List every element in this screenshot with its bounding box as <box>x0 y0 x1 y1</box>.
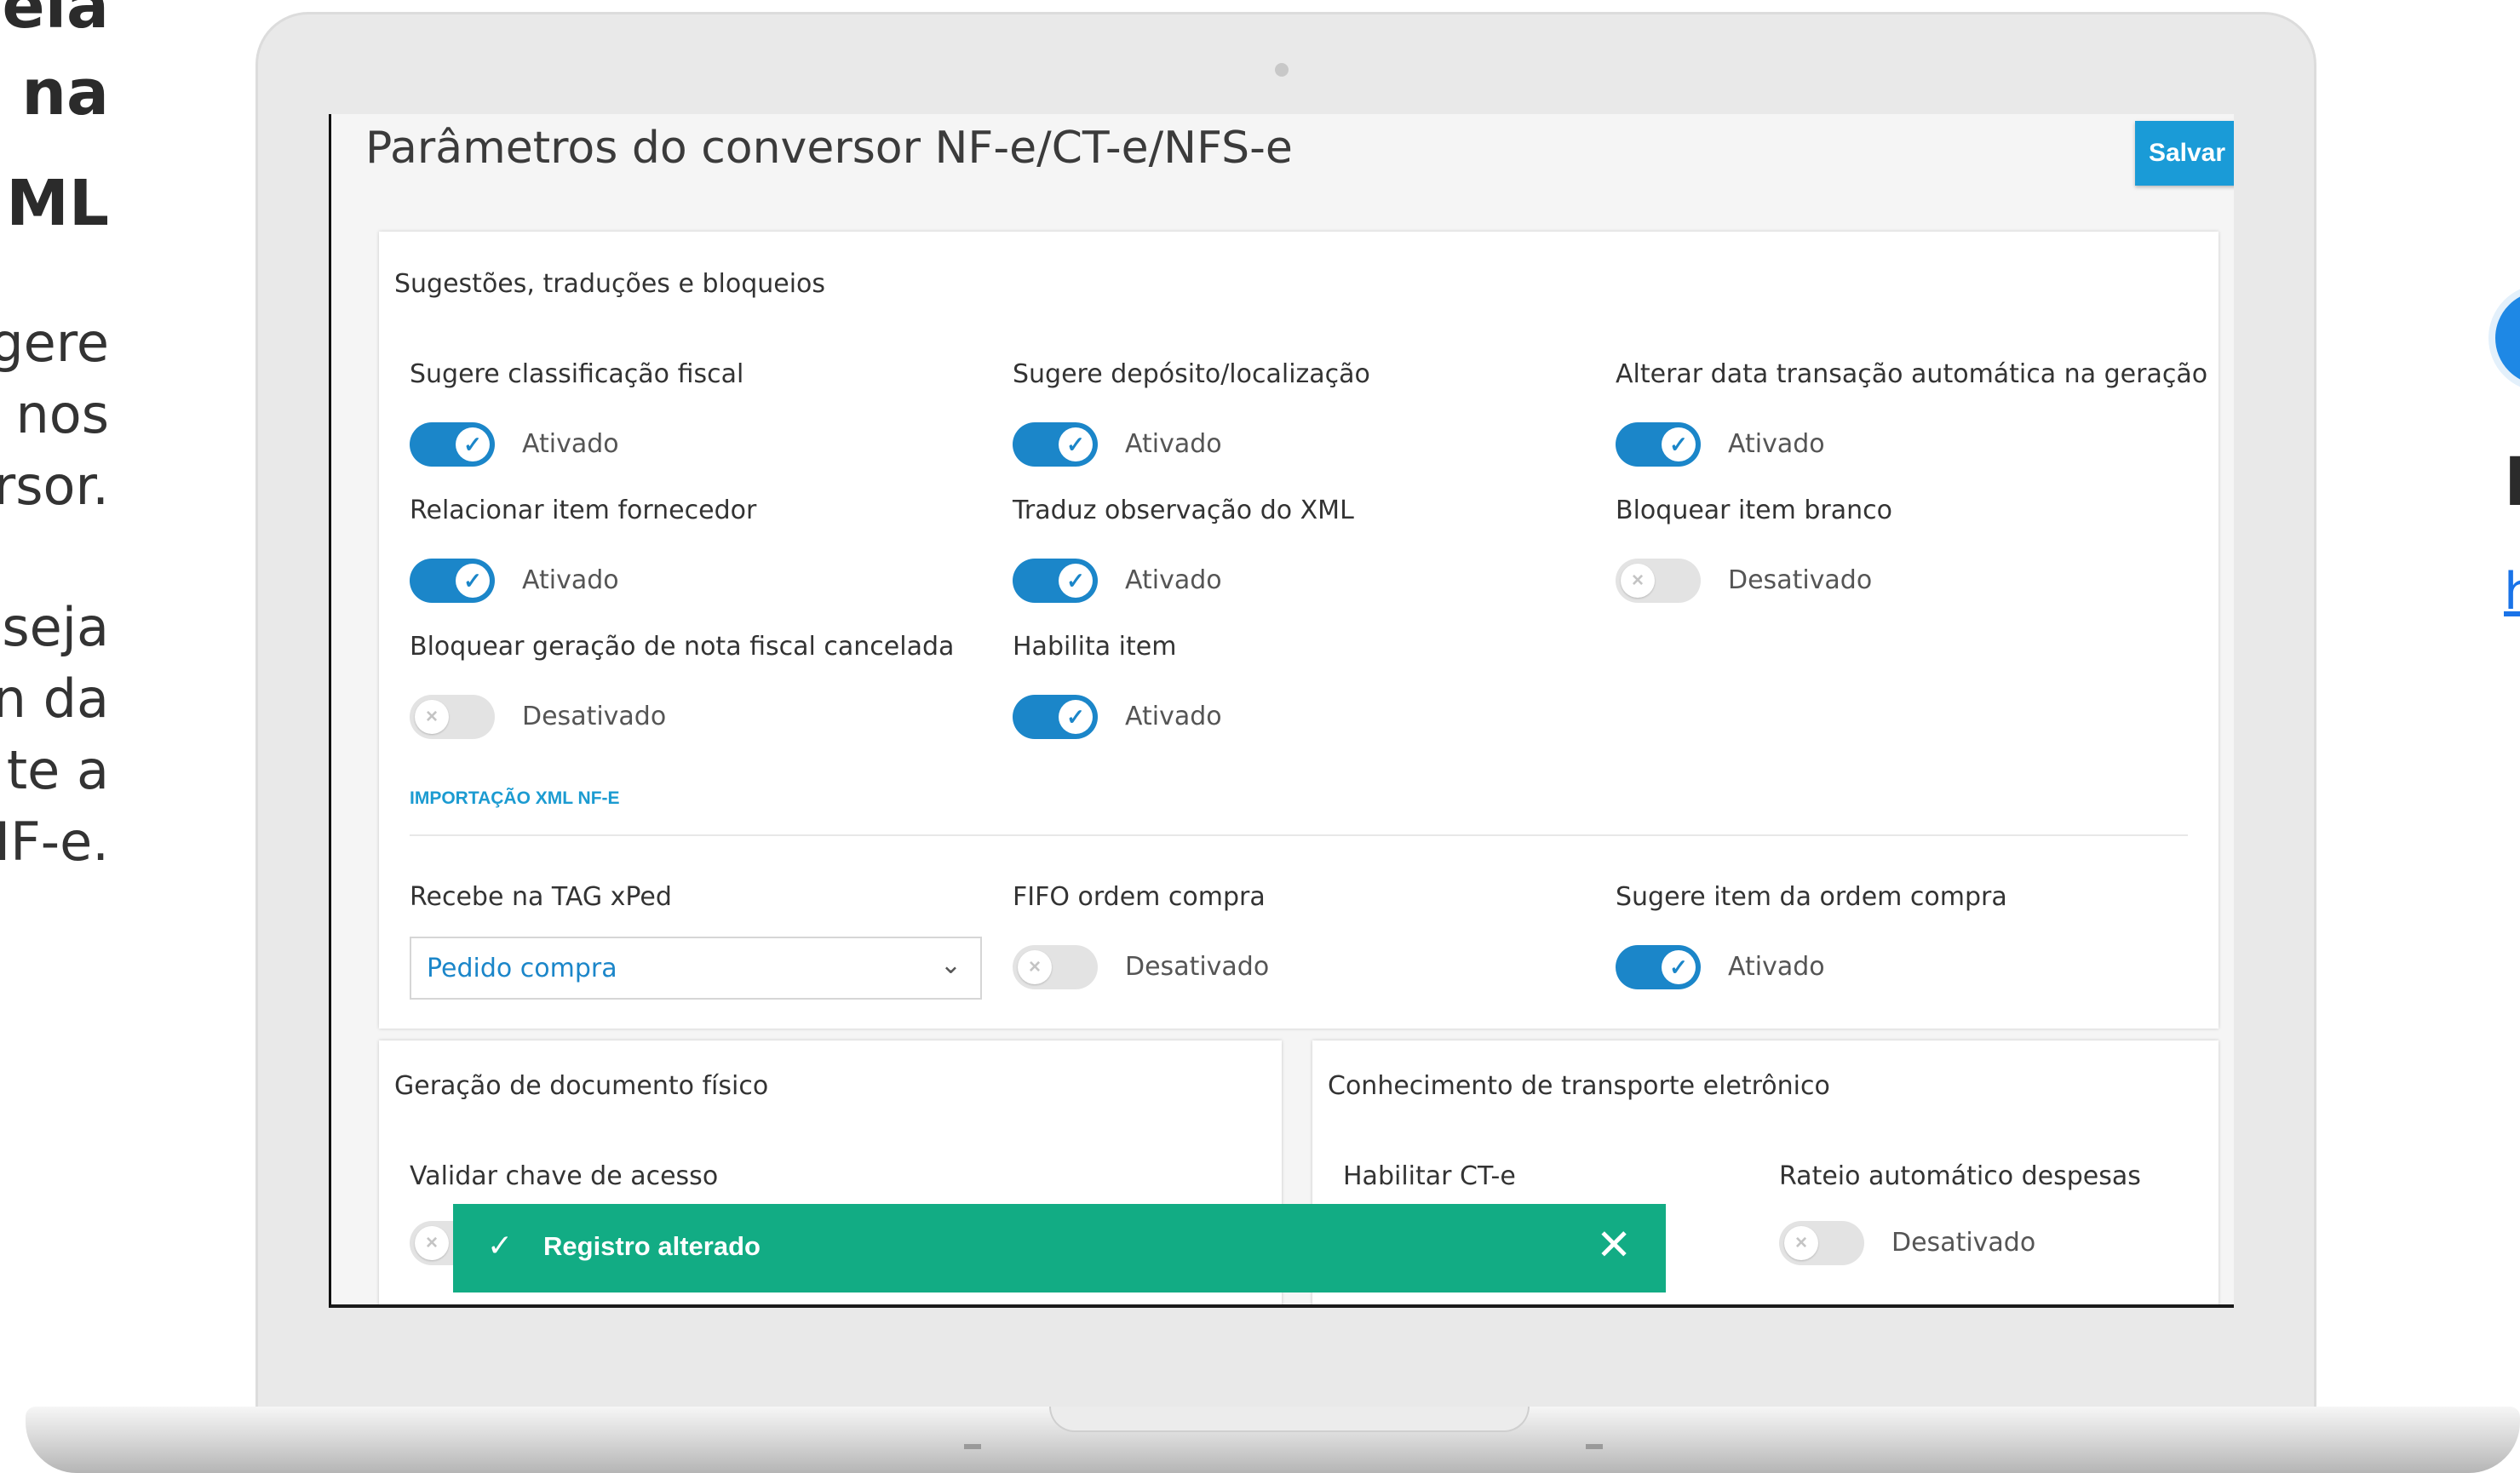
slide-title-line: ela <box>2 0 110 43</box>
check-icon: ✓ <box>1059 700 1093 734</box>
field-label: Alterar data transação automática na ger… <box>1616 359 2208 389</box>
card-suggestions: Sugestões, traduções e bloqueios Sugere … <box>379 232 2219 1029</box>
check-icon: ✓ <box>456 564 490 598</box>
slide-body-line: te a <box>6 739 109 801</box>
toggle-state: Desativado <box>1891 1228 2036 1258</box>
field-label: Recebe na TAG xPed <box>410 882 672 912</box>
laptop-foot <box>964 1444 981 1449</box>
toggle-state: Desativado <box>1125 952 1270 982</box>
x-icon: × <box>415 700 449 734</box>
section-divider <box>410 834 2188 836</box>
laptop-notch <box>1049 1407 1530 1432</box>
slide-right-elements: I h <box>2478 255 2520 681</box>
field-label: Traduz observação do XML <box>1013 496 1354 525</box>
toggle-state: Ativado <box>1125 702 1222 731</box>
check-icon: ✓ <box>1059 564 1093 598</box>
toggle-sugere-classificacao[interactable]: ✓ <box>410 422 495 467</box>
blue-circle-icon <box>2488 284 2520 392</box>
toggle-traduz-observacao[interactable]: ✓ <box>1013 559 1098 603</box>
toggle-fifo-ordem-compra[interactable]: × <box>1013 945 1098 989</box>
card-title: Sugestões, traduções e bloqueios <box>394 269 826 299</box>
field-label: Sugere depósito/localização <box>1013 359 1370 389</box>
toggle-state: Ativado <box>522 429 619 459</box>
field-label: Habilitar CT-e <box>1343 1161 1516 1191</box>
toggle-bloquear-nota-cancelada[interactable]: × <box>410 695 495 739</box>
toggle-habilita-item[interactable]: ✓ <box>1013 695 1098 739</box>
field-label: Bloquear geração de nota fiscal cancelad… <box>410 632 955 662</box>
slide-body-line: nos <box>15 383 109 445</box>
section-heading: IMPORTAÇÃO XML NF-E <box>410 788 620 808</box>
toggle-state: Ativado <box>1125 565 1222 595</box>
toggle-state: Ativado <box>1125 429 1222 459</box>
toggle-state: Desativado <box>522 702 667 731</box>
slide-body-line: IF-e. <box>0 811 109 873</box>
card-title: Conhecimento de transporte eletrônico <box>1328 1071 1830 1101</box>
slide-left-text: ela na ML gere nos rsor. seja n da te a … <box>0 0 119 937</box>
laptop-foot <box>1586 1444 1603 1449</box>
slide-body-line: rsor. <box>0 455 109 517</box>
field-label: Sugere item da ordem compra <box>1616 882 2007 912</box>
toggle-state: Ativado <box>1728 952 1825 982</box>
field-label: FIFO ordem compra <box>1013 882 1266 912</box>
toggle-sugere-item-ordem[interactable]: ✓ <box>1616 945 1701 989</box>
toggle-rateio-automatico[interactable]: × <box>1779 1221 1864 1265</box>
field-label: Bloquear item branco <box>1616 496 1892 525</box>
toggle-state: Ativado <box>522 565 619 595</box>
card-title: Geração de documento físico <box>394 1071 769 1101</box>
field-label: Rateio automático despesas <box>1779 1161 2141 1191</box>
slide-body-line: seja <box>2 596 109 658</box>
webcam-icon <box>1275 63 1289 77</box>
select-value: Pedido compra <box>427 954 617 983</box>
check-icon: ✓ <box>487 1228 514 1263</box>
save-button[interactable]: Salvar <box>2135 121 2234 186</box>
check-icon: ✓ <box>1662 950 1696 984</box>
toggle-state: Desativado <box>1728 565 1873 595</box>
field-label: Habilita item <box>1013 632 1177 662</box>
slide-title-line: na <box>21 56 109 129</box>
page-title: Parâmetros do conversor NF-e/CT-e/NFS-e <box>365 123 1293 174</box>
chevron-down-icon: ⌄ <box>939 951 962 979</box>
field-label: Relacionar item fornecedor <box>410 496 757 525</box>
toggle-bloquear-item-branco[interactable]: × <box>1616 559 1701 603</box>
check-icon: ✓ <box>1059 427 1093 461</box>
toggle-sugere-deposito[interactable]: ✓ <box>1013 422 1098 467</box>
check-icon: ✓ <box>456 427 490 461</box>
tag-xped-select[interactable]: Pedido compra ⌄ <box>410 937 982 1000</box>
app-screen: Parâmetros do conversor NF-e/CT-e/NFS-e … <box>329 114 2234 1308</box>
x-icon: × <box>1621 564 1655 598</box>
slide-title-line: ML <box>6 167 109 240</box>
close-icon[interactable]: ✕ <box>1596 1219 1632 1270</box>
field-label: Validar chave de acesso <box>410 1161 719 1191</box>
x-icon: × <box>415 1226 449 1260</box>
toggle-relacionar-item[interactable]: ✓ <box>410 559 495 603</box>
toast-message: Registro alterado <box>543 1231 761 1261</box>
toggle-alterar-data[interactable]: ✓ <box>1616 422 1701 467</box>
check-icon: ✓ <box>1662 427 1696 461</box>
x-icon: × <box>1018 950 1052 984</box>
x-icon: × <box>1784 1226 1818 1260</box>
field-label: Sugere classificação fiscal <box>410 359 744 389</box>
slide-right-heading: I <box>2504 444 2520 521</box>
slide-body-line: gere <box>0 312 109 374</box>
slide-right-link[interactable]: h <box>2504 562 2520 622</box>
toggle-state: Ativado <box>1728 429 1825 459</box>
slide-body-line: n da <box>0 668 109 730</box>
toast-notification: ✓ Registro alterado ✕ <box>453 1204 1666 1292</box>
